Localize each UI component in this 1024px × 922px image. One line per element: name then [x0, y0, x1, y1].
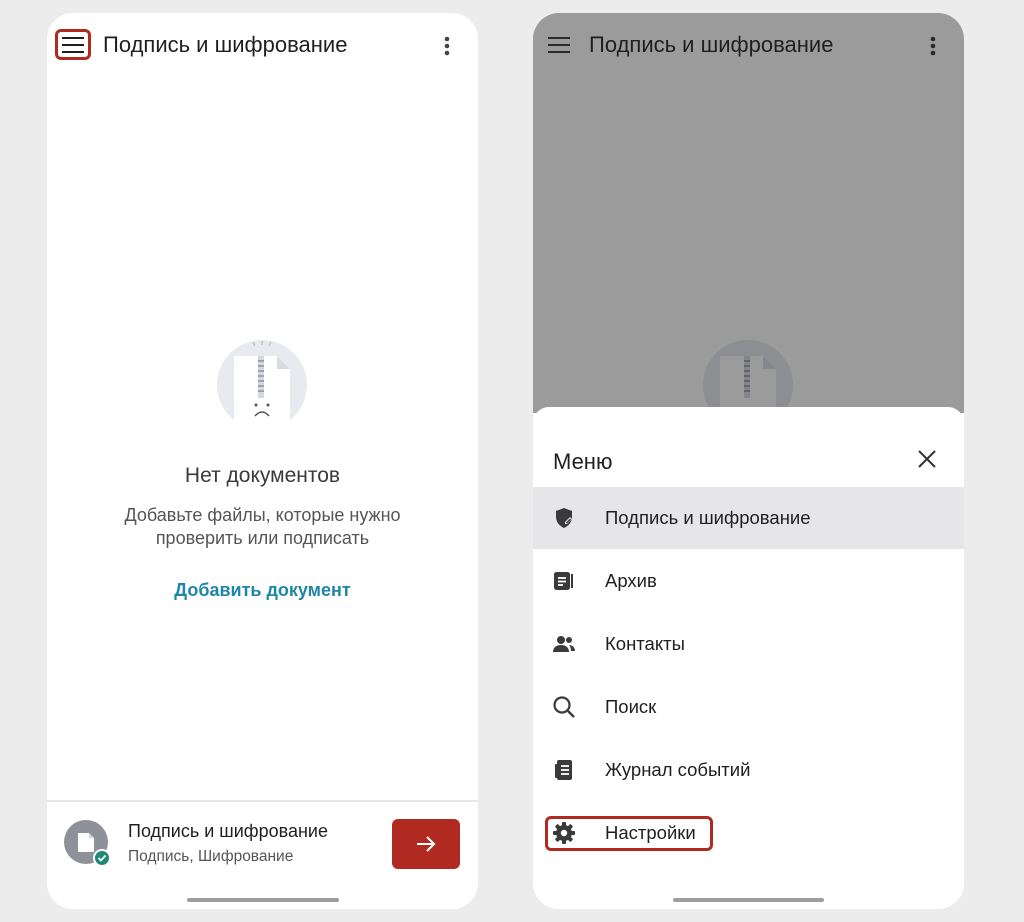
empty-state-title: Нет документов: [184, 464, 341, 487]
menu-item-label: Архив: [605, 570, 657, 591]
page-title: Подпись и шифрование: [589, 32, 834, 57]
more-options-button[interactable]: [926, 34, 940, 58]
menu-item-label: Поиск: [605, 696, 657, 717]
app-bar: Подпись и шифрование: [47, 13, 478, 79]
more-vertical-icon: [444, 36, 450, 56]
sheet-title: Меню: [553, 449, 613, 474]
arrow-right-icon: [417, 836, 436, 852]
menu-item-contacts[interactable]: Контакты: [533, 613, 964, 675]
dimmed-background[interactable]: Подпись и шифрование: [533, 13, 964, 430]
more-vertical-icon: [930, 36, 936, 56]
settings-highlight-frame: [545, 816, 713, 851]
menu-item-label: Контакты: [605, 633, 685, 654]
document-status-icon: [64, 820, 111, 867]
add-document-link[interactable]: Добавить документ: [47, 580, 478, 601]
menu-item-archive[interactable]: Архив: [533, 550, 964, 612]
app-bar: Подпись и шифрование: [533, 13, 964, 79]
home-indicator: [187, 898, 339, 902]
empty-state-description: Добавьте файлы, которые нужно проверить …: [124, 505, 401, 548]
proceed-button[interactable]: [392, 819, 460, 869]
mode-card-subtitle: Подпись, Шифрование: [128, 848, 294, 865]
home-indicator: [673, 898, 824, 902]
left-screen: Подпись и шифрование Нет документов Доба…: [47, 13, 478, 909]
mode-card: Подпись и шифрование Подпись, Шифрование: [47, 800, 478, 909]
more-options-button[interactable]: [440, 34, 454, 58]
hamburger-icon: [62, 36, 84, 53]
menu-item-label: Журнал событий: [605, 759, 751, 780]
menu-item-event-log[interactable]: Журнал событий: [533, 739, 964, 801]
page-title: Подпись и шифрование: [103, 32, 348, 57]
archive-icon: [554, 572, 573, 590]
hamburger-icon: [548, 36, 570, 53]
contacts-icon: [553, 636, 575, 652]
empty-archive-illustration: [217, 340, 307, 430]
menu-item-sign-encrypt[interactable]: Подпись и шифрование: [533, 487, 964, 549]
event-log-icon: [555, 760, 572, 780]
right-screen: Подпись и шифрование Меню Подпись и шифр…: [533, 13, 964, 909]
hamburger-menu-button[interactable]: [541, 29, 577, 60]
shield-pen-icon: [556, 508, 572, 528]
menu-bottom-sheet: Меню Подпись и шифрование Архив Контакты…: [533, 407, 964, 909]
hamburger-menu-button[interactable]: [55, 29, 91, 60]
search-icon: [553, 696, 575, 718]
mode-card-title: Подпись и шифрование: [128, 821, 328, 841]
menu-item-search[interactable]: Поиск: [533, 676, 964, 738]
menu-item-label: Подпись и шифрование: [605, 507, 811, 528]
close-icon[interactable]: [918, 450, 936, 468]
